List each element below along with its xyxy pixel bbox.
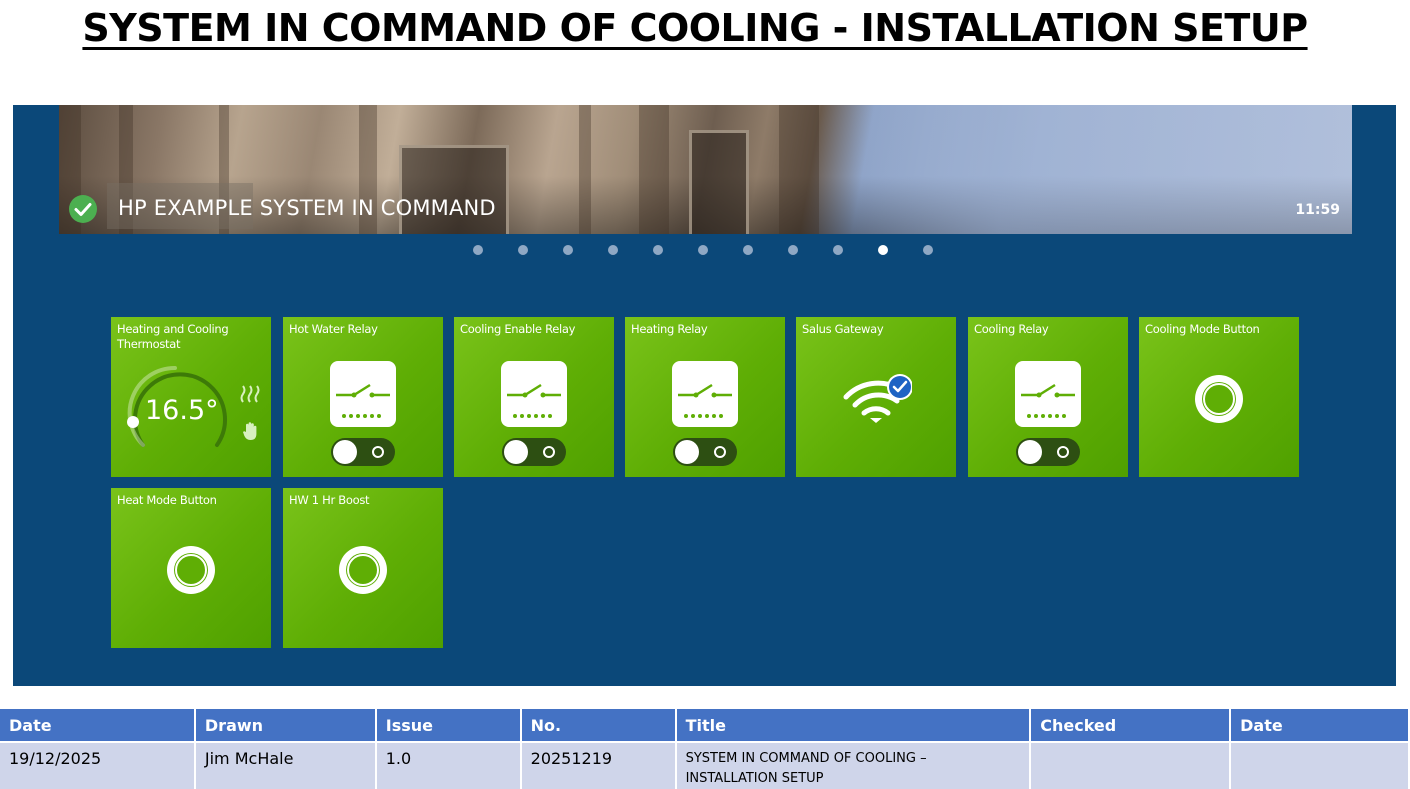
push-button-icon[interactable] xyxy=(166,545,216,595)
relay-toggle[interactable] xyxy=(673,438,737,466)
system-name: HP EXAMPLE SYSTEM IN COMMAND xyxy=(118,196,496,220)
header-number: No. xyxy=(520,709,677,742)
title-block-header-row: Date Drawn Issue No. Title Checked Date xyxy=(0,709,1410,742)
cell-date-checked xyxy=(1230,741,1410,789)
heat-waves-icon xyxy=(240,385,260,403)
relay-toggle[interactable] xyxy=(502,438,566,466)
title-block-table: Date Drawn Issue No. Title Checked Date … xyxy=(0,709,1410,789)
page-title: SYSTEM IN COMMAND OF COOLING - INSTALLAT… xyxy=(82,6,1308,50)
tile-thermostat[interactable]: Heating and Cooling Thermostat 16.5° xyxy=(111,317,271,477)
page-dot[interactable] xyxy=(698,245,708,255)
tile-salus-gateway[interactable]: Salus Gateway xyxy=(796,317,956,477)
tile-label: Cooling Enable Relay xyxy=(460,322,576,336)
tile-label: Hot Water Relay xyxy=(289,322,378,336)
system-banner[interactable]: HP EXAMPLE SYSTEM IN COMMAND 11:59 xyxy=(59,105,1352,234)
tile-label: Cooling Relay xyxy=(974,322,1049,336)
relay-switch-icon xyxy=(501,361,567,427)
cell-date: 19/12/2025 xyxy=(0,741,196,789)
header-date-checked: Date xyxy=(1230,709,1410,742)
manual-hand-icon xyxy=(243,422,257,440)
header-date: Date xyxy=(0,709,196,742)
relay-toggle[interactable] xyxy=(331,438,395,466)
tile-label: HW 1 Hr Boost xyxy=(289,493,370,507)
page-dot[interactable] xyxy=(833,245,843,255)
cell-number: 20251219 xyxy=(520,741,677,789)
page-dot[interactable] xyxy=(653,245,663,255)
page-dot[interactable] xyxy=(473,245,483,255)
header-drawn: Drawn xyxy=(194,709,377,742)
push-button-icon[interactable] xyxy=(338,545,388,595)
tile-heat-mode-button[interactable]: Heat Mode Button xyxy=(111,488,271,648)
page-indicator xyxy=(473,245,933,257)
tile-cooling-relay[interactable]: Cooling Relay xyxy=(968,317,1128,477)
header-checked: Checked xyxy=(1030,709,1232,742)
cell-issue: 1.0 xyxy=(375,741,522,789)
page-dot[interactable] xyxy=(608,245,618,255)
page-dot[interactable] xyxy=(563,245,573,255)
header-title: Title xyxy=(675,709,1032,742)
cell-checked xyxy=(1030,741,1232,789)
current-temperature: 16.5° xyxy=(145,395,219,426)
wifi-connected-icon xyxy=(843,374,912,423)
tile-hot-water-relay[interactable]: Hot Water Relay xyxy=(283,317,443,477)
relay-toggle[interactable] xyxy=(1016,438,1080,466)
cell-title: SYSTEM IN COMMAND OF COOLING – INSTALLAT… xyxy=(675,741,1032,789)
tile-label: Heating Relay xyxy=(631,322,708,336)
tile-cooling-enable-relay[interactable]: Cooling Enable Relay xyxy=(454,317,614,477)
relay-switch-icon xyxy=(672,361,738,427)
app-panel: HP EXAMPLE SYSTEM IN COMMAND 11:59 Heati… xyxy=(13,105,1396,686)
page-dot[interactable] xyxy=(788,245,798,255)
tile-heating-relay[interactable]: Heating Relay xyxy=(625,317,785,477)
tile-label: Salus Gateway xyxy=(802,322,884,336)
header-issue: Issue xyxy=(375,709,522,742)
page-dot[interactable] xyxy=(923,245,933,255)
check-circle-icon xyxy=(69,195,97,223)
push-button-icon[interactable] xyxy=(1194,374,1244,424)
relay-switch-icon xyxy=(1015,361,1081,427)
tile-label: Heat Mode Button xyxy=(117,493,217,507)
tile-label: Cooling Mode Button xyxy=(1145,322,1260,336)
tile-cooling-mode-button[interactable]: Cooling Mode Button xyxy=(1139,317,1299,477)
clock-time: 11:59 xyxy=(1295,202,1340,218)
tile-label: Heating and Cooling Thermostat xyxy=(117,322,229,351)
relay-switch-icon xyxy=(330,361,396,427)
cell-drawn: Jim McHale xyxy=(194,741,377,789)
page-dot[interactable] xyxy=(743,245,753,255)
tile-hw-boost[interactable]: HW 1 Hr Boost xyxy=(283,488,443,648)
page-dot[interactable] xyxy=(518,245,528,255)
page-dot-active[interactable] xyxy=(878,245,888,255)
title-block-row: 19/12/2025 Jim McHale 1.0 20251219 SYSTE… xyxy=(0,741,1410,789)
